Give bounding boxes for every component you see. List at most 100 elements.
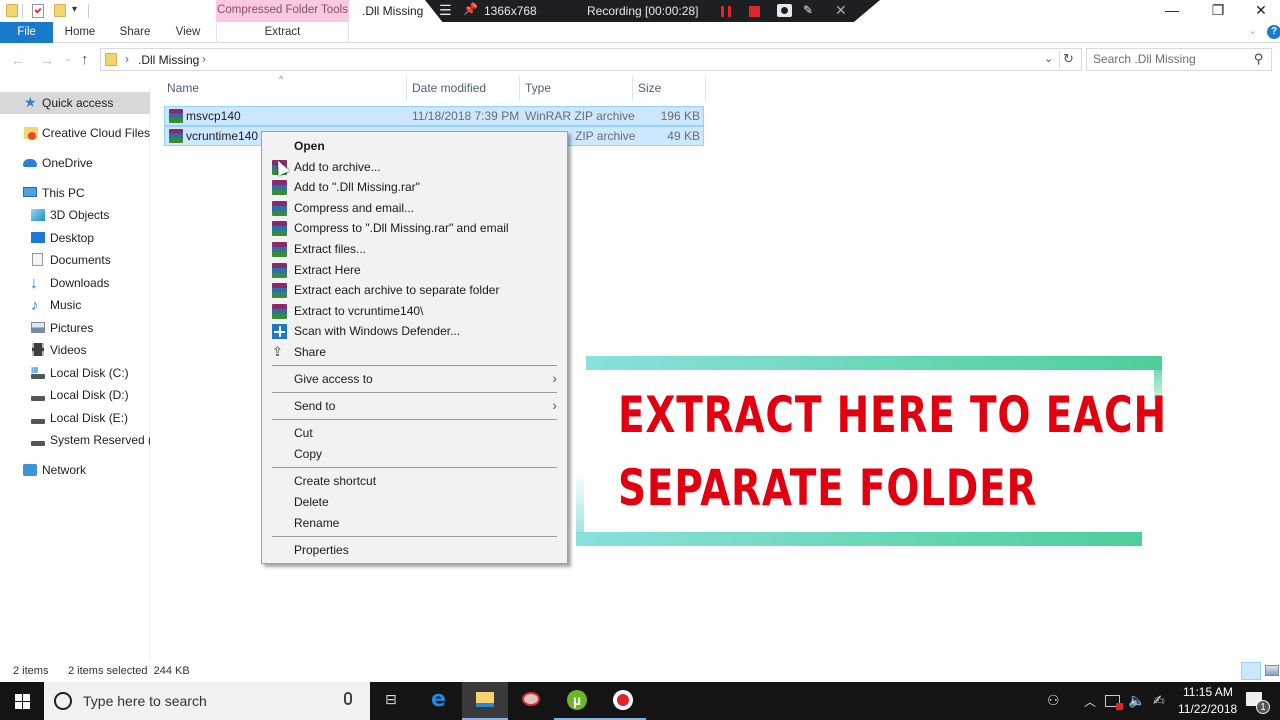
sidebar-item-documents[interactable]: Documents	[0, 249, 150, 271]
pen-workspace-icon[interactable]: ✍	[1153, 692, 1165, 709]
menu-item-properties[interactable]: Properties	[294, 543, 349, 557]
up-button[interactable]: ↑	[81, 51, 89, 68]
column-header-type[interactable]: Type	[525, 81, 551, 95]
column-divider[interactable]	[406, 76, 407, 101]
sidebar-item-pictures[interactable]: Pictures	[0, 317, 150, 339]
menu-item-create-shortcut[interactable]: Create shortcut	[294, 474, 376, 488]
menu-item-extract-here[interactable]: Extract Here	[294, 263, 361, 277]
help-icon[interactable]: ?	[1267, 25, 1280, 39]
column-divider[interactable]	[519, 76, 520, 101]
sidebar-item-downloads[interactable]: ↓ Downloads	[0, 272, 150, 294]
sidebar-item-this-pc[interactable]: This PC	[0, 182, 150, 204]
recorder-taskbar-icon[interactable]	[600, 682, 646, 720]
restore-button[interactable]: ❐	[1195, 0, 1241, 22]
menu-item-share[interactable]: Share	[294, 345, 326, 359]
tab-view[interactable]: View	[166, 22, 210, 43]
sidebar-item-creative-cloud[interactable]: Creative Cloud Files	[0, 122, 150, 144]
expand-ribbon-icon[interactable]: ⌄	[1248, 24, 1257, 37]
tab-home[interactable]: Home	[58, 22, 102, 43]
volume-icon[interactable]: 🔈	[1128, 692, 1145, 709]
menu-item-delete[interactable]: Delete	[294, 495, 329, 509]
winrar-archive-icon	[169, 129, 183, 143]
people-icon[interactable]: ⚇	[1047, 692, 1060, 709]
column-divider[interactable]	[632, 76, 633, 101]
task-view-button[interactable]: ⊟	[370, 682, 416, 720]
edge-taskbar-icon[interactable]: e	[416, 682, 462, 720]
menu-item-add-to-archive[interactable]: Add to archive...	[294, 160, 381, 174]
snipping-tool-taskbar-icon[interactable]	[508, 682, 554, 720]
column-divider[interactable]	[705, 76, 706, 101]
sidebar-item-system-reserved[interactable]: System Reserved (F:	[0, 429, 150, 451]
clock-date[interactable]: 11/22/2018	[1178, 702, 1237, 716]
breadcrumb-dll-missing[interactable]: .Dll Missing	[138, 53, 199, 67]
sidebar-item-videos[interactable]: Videos	[0, 339, 150, 361]
pin-icon[interactable]: 📌	[463, 2, 478, 16]
column-header-date[interactable]: Date modified	[412, 81, 486, 95]
address-dropdown-icon[interactable]: ⌄	[1044, 52, 1053, 65]
details-view-button[interactable]	[1241, 662, 1261, 680]
stop-icon[interactable]	[749, 6, 760, 17]
file-row[interactable]: msvcp140 11/18/2018 7:39 PM WinRAR ZIP a…	[164, 106, 704, 126]
file-explorer-taskbar-icon[interactable]	[462, 682, 508, 720]
context-menu: Open Add to archive... Add to ".Dll Miss…	[261, 131, 568, 564]
utorrent-taskbar-icon[interactable]: µ	[554, 682, 600, 720]
network-disconnected-icon[interactable]	[1105, 695, 1123, 710]
new-folder-icon[interactable]	[54, 4, 66, 17]
recent-locations-button[interactable]: ⌄	[64, 53, 72, 64]
customize-qat-icon[interactable]: ▾	[72, 4, 77, 18]
pencil-icon[interactable]: ✎	[803, 3, 813, 17]
winrar-icon	[272, 242, 287, 257]
sidebar-item-local-disk-c[interactable]: ▦ Local Disk (C:)	[0, 362, 150, 384]
clock-time[interactable]: 11:15 AM	[1183, 685, 1233, 699]
breadcrumb-separator: ›	[125, 52, 129, 66]
menu-item-extract-each-separate[interactable]: Extract each archive to separate folder	[294, 283, 499, 297]
back-button[interactable]: ←	[11, 52, 25, 68]
start-button[interactable]	[0, 682, 46, 720]
camera-icon[interactable]	[777, 4, 792, 17]
tab-file[interactable]: File	[0, 22, 53, 43]
menu-item-extract-files[interactable]: Extract files...	[294, 242, 366, 256]
large-icons-view-button[interactable]	[1265, 665, 1279, 676]
menu-icon[interactable]: ☰	[439, 2, 452, 19]
menu-item-extract-to-folder[interactable]: Extract to vcruntime140\	[294, 304, 423, 318]
address-bar[interactable]: › .Dll Missing › ⌄ ↻	[100, 48, 1082, 71]
menu-item-compress-to-rar-email[interactable]: Compress to ".Dll Missing.rar" and email	[294, 221, 509, 235]
tab-extract[interactable]: Extract	[216, 22, 349, 43]
menu-item-send-to[interactable]: Send to	[294, 399, 335, 413]
sidebar-item-quick-access[interactable]: ★ Quick access	[0, 92, 150, 114]
menu-item-open[interactable]: Open	[294, 139, 325, 153]
sidebar-item-music[interactable]: ♪ Music	[0, 294, 150, 316]
sidebar-item-local-disk-e[interactable]: Local Disk (E:)	[0, 407, 150, 429]
navigation-pane[interactable]: ★ Quick access Creative Cloud Files OneDr…	[0, 88, 150, 660]
sidebar-item-3d-objects[interactable]: 3D Objects	[0, 204, 150, 226]
refresh-icon[interactable]: ↻	[1063, 51, 1074, 67]
menu-item-give-access[interactable]: Give access to	[294, 372, 373, 386]
sidebar-item-label: Network	[42, 463, 87, 477]
search-input[interactable]: Search .Dll Missing	[1086, 48, 1272, 71]
properties-icon[interactable]	[32, 4, 44, 18]
close-recorder-icon[interactable]: ✕	[835, 2, 847, 19]
menu-item-add-to-rar[interactable]: Add to ".Dll Missing.rar"	[294, 180, 420, 194]
sidebar-item-desktop[interactable]: Desktop	[0, 227, 150, 249]
close-button[interactable]: ✕	[1238, 0, 1280, 22]
column-header-name[interactable]: Name	[167, 81, 199, 95]
show-hidden-icons-button[interactable]: ︿	[1084, 693, 1096, 710]
menu-item-scan-defender[interactable]: Scan with Windows Defender...	[294, 324, 460, 338]
menu-item-compress-email[interactable]: Compress and email...	[294, 201, 414, 215]
sidebar-item-network[interactable]: Network	[0, 459, 150, 481]
menu-item-cut[interactable]: Cut	[294, 426, 313, 440]
menu-item-rename[interactable]: Rename	[294, 516, 339, 530]
sidebar-item-label: This PC	[42, 186, 85, 200]
sidebar-item-local-disk-d[interactable]: Local Disk (D:)	[0, 384, 150, 406]
pause-icon[interactable]	[721, 6, 731, 17]
minimize-button[interactable]: —	[1149, 0, 1195, 22]
folder-icon[interactable]	[6, 4, 18, 17]
sidebar-item-onedrive[interactable]: OneDrive	[0, 152, 150, 174]
share-icon: ⇪	[272, 344, 283, 359]
menu-item-copy[interactable]: Copy	[294, 447, 322, 461]
taskbar-search-box[interactable]: Type here to search	[44, 682, 370, 720]
tab-share[interactable]: Share	[113, 22, 157, 43]
forward-button[interactable]: →	[40, 52, 54, 68]
column-header-size[interactable]: Size	[638, 81, 661, 95]
microphone-icon[interactable]	[344, 692, 352, 705]
